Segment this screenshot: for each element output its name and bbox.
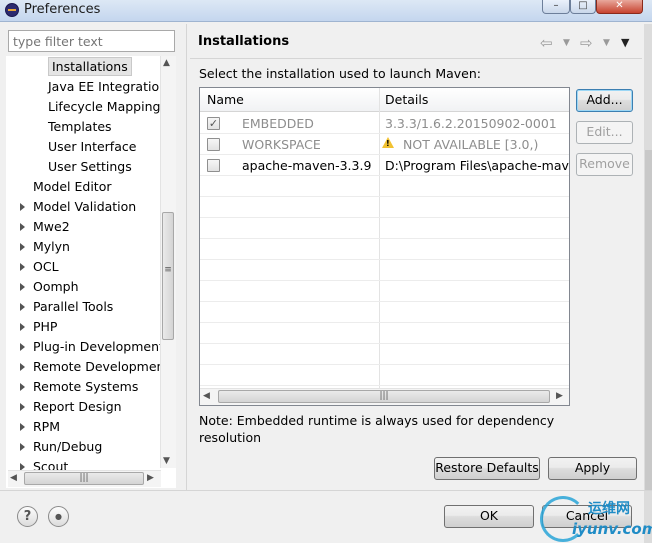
row-details: NOT AVAILABLE [3.0,) xyxy=(403,137,539,152)
scroll-down-arrow-icon[interactable]: ▼ xyxy=(163,456,170,466)
column-header-details[interactable]: Details xyxy=(385,92,428,107)
tree-vertical-scroll-thumb[interactable]: ≡ xyxy=(162,212,174,340)
tree-item[interactable]: Java EE Integratio xyxy=(48,77,159,97)
table-row[interactable]: WORKSPACE! NOT AVAILABLE [3.0,) xyxy=(200,134,569,155)
tree-item[interactable]: RPM xyxy=(33,417,60,437)
table-row[interactable]: apache-maven-3.3.9 D:\Program Files\apach… xyxy=(200,155,569,176)
title-separator xyxy=(190,58,642,59)
installations-table: Name Details ✓ EMBEDDED 3.3.3/1.6.2.201509… xyxy=(199,87,570,406)
expand-arrow-icon[interactable] xyxy=(20,403,25,411)
footer-separator xyxy=(0,490,652,491)
scroll-left-arrow-icon[interactable]: ◀ xyxy=(10,473,17,483)
scroll-right-arrow-icon[interactable]: ▶ xyxy=(147,473,154,483)
table-row xyxy=(200,302,569,323)
column-header-name[interactable]: Name xyxy=(207,92,244,107)
row-checkbox[interactable] xyxy=(207,159,220,172)
row-name: WORKSPACE xyxy=(242,137,321,152)
expand-arrow-icon[interactable] xyxy=(20,343,25,351)
view-menu-icon[interactable]: ▼ xyxy=(621,36,629,49)
table-horizontal-scroll-thumb[interactable]: ||| xyxy=(218,390,550,403)
preferences-tree: Installations Java EE Integratio Lifecycle… xyxy=(6,56,176,488)
table-row xyxy=(200,365,569,386)
tree-item[interactable]: User Interface xyxy=(48,137,136,157)
remove-button[interactable]: Remove xyxy=(576,153,633,176)
tree-item[interactable]: Parallel Tools xyxy=(33,297,113,317)
tree-item[interactable]: Templates xyxy=(48,117,112,137)
row-details: 3.3.3/1.6.2.20150902-0001 xyxy=(385,116,557,131)
watermark-text-cn: 运维网 xyxy=(588,501,630,517)
tree-item[interactable]: Oomph xyxy=(33,277,79,297)
table-row xyxy=(200,218,569,239)
tree-item[interactable]: Model Editor xyxy=(33,177,112,197)
expand-arrow-icon[interactable] xyxy=(20,283,25,291)
tree-item[interactable]: User Settings xyxy=(48,157,132,177)
forward-dropdown-icon[interactable]: ▼ xyxy=(603,38,610,48)
expand-arrow-icon[interactable] xyxy=(20,243,25,251)
row-checkbox[interactable]: ✓ xyxy=(207,117,220,130)
table-row xyxy=(200,197,569,218)
expand-arrow-icon[interactable] xyxy=(20,323,25,331)
tree-item[interactable]: Remote Development xyxy=(33,357,169,377)
table-row[interactable]: ✓ EMBEDDED 3.3.3/1.6.2.20150902-0001 xyxy=(200,113,569,134)
maximize-button[interactable]: □ xyxy=(570,0,596,14)
tree-item[interactable]: OCL xyxy=(33,257,59,277)
tree-item[interactable]: Installations xyxy=(48,57,132,76)
restore-defaults-button[interactable]: Restore Defaults xyxy=(434,457,540,480)
tree-item[interactable]: Mylyn xyxy=(33,237,70,257)
instruction-label: Select the installation used to launch M… xyxy=(199,66,481,81)
watermark-text-url: iyunv.com xyxy=(572,520,652,538)
tree-item[interactable]: Remote Systems xyxy=(33,377,138,397)
row-details: D:\Program Files\apache-maven xyxy=(385,158,570,173)
table-header: Name Details xyxy=(200,88,569,112)
back-arrow-icon[interactable]: ⇦ xyxy=(540,34,553,52)
tree-horizontal-scroll-thumb[interactable]: ||| xyxy=(24,472,144,485)
row-name: apache-maven-3.3.9 xyxy=(242,158,372,173)
table-row xyxy=(200,344,569,365)
back-dropdown-icon[interactable]: ▼ xyxy=(563,38,570,48)
expand-arrow-icon[interactable] xyxy=(20,303,25,311)
row-checkbox[interactable] xyxy=(207,138,220,151)
tree-item[interactable]: Lifecycle Mapping xyxy=(48,97,160,117)
import-export-icon[interactable]: ● xyxy=(48,506,69,527)
right-edge-scroll-thumb xyxy=(645,150,652,490)
scroll-up-arrow-icon[interactable]: ▲ xyxy=(163,58,170,68)
tree-item[interactable]: Report Design xyxy=(33,397,122,417)
add-button[interactable]: Add... xyxy=(576,89,633,112)
apply-button[interactable]: Apply xyxy=(548,457,637,480)
close-button[interactable]: ✕ xyxy=(596,0,643,14)
minimize-button[interactable]: – xyxy=(542,0,570,14)
edit-button[interactable]: Edit... xyxy=(576,121,633,144)
table-scroll-left-icon[interactable]: ◀ xyxy=(203,391,210,401)
row-name: EMBEDDED xyxy=(242,116,314,131)
tree-item[interactable]: Model Validation xyxy=(33,197,136,217)
warning-mark: ! xyxy=(386,139,390,148)
ok-button[interactable]: OK xyxy=(444,505,534,528)
table-scroll-right-icon[interactable]: ▶ xyxy=(556,391,563,401)
forward-arrow-icon[interactable]: ⇨ xyxy=(580,34,593,52)
expand-arrow-icon[interactable] xyxy=(20,383,25,391)
tree-item[interactable]: PHP xyxy=(33,317,57,337)
filter-input[interactable] xyxy=(8,30,175,52)
expand-arrow-icon[interactable] xyxy=(20,423,25,431)
expand-arrow-icon[interactable] xyxy=(20,223,25,231)
table-row xyxy=(200,323,569,344)
tree-item[interactable]: Mwe2 xyxy=(33,217,70,237)
expand-arrow-icon[interactable] xyxy=(20,363,25,371)
expand-arrow-icon[interactable] xyxy=(20,443,25,451)
eclipse-icon xyxy=(5,3,19,17)
embedded-runtime-note: Note: Embedded runtime is always used fo… xyxy=(199,413,555,445)
window-title: Preferences xyxy=(24,2,101,17)
table-row xyxy=(200,239,569,260)
tree-item[interactable]: Run/Debug xyxy=(33,437,102,457)
pane-divider[interactable] xyxy=(186,24,187,490)
table-row xyxy=(200,281,569,302)
table-row xyxy=(200,176,569,197)
tree-item[interactable]: Plug-in Development xyxy=(33,337,164,357)
help-icon[interactable]: ? xyxy=(17,506,38,527)
expand-arrow-icon[interactable] xyxy=(20,203,25,211)
table-row xyxy=(200,260,569,281)
page-title: Installations xyxy=(198,34,290,49)
expand-arrow-icon[interactable] xyxy=(20,263,25,271)
